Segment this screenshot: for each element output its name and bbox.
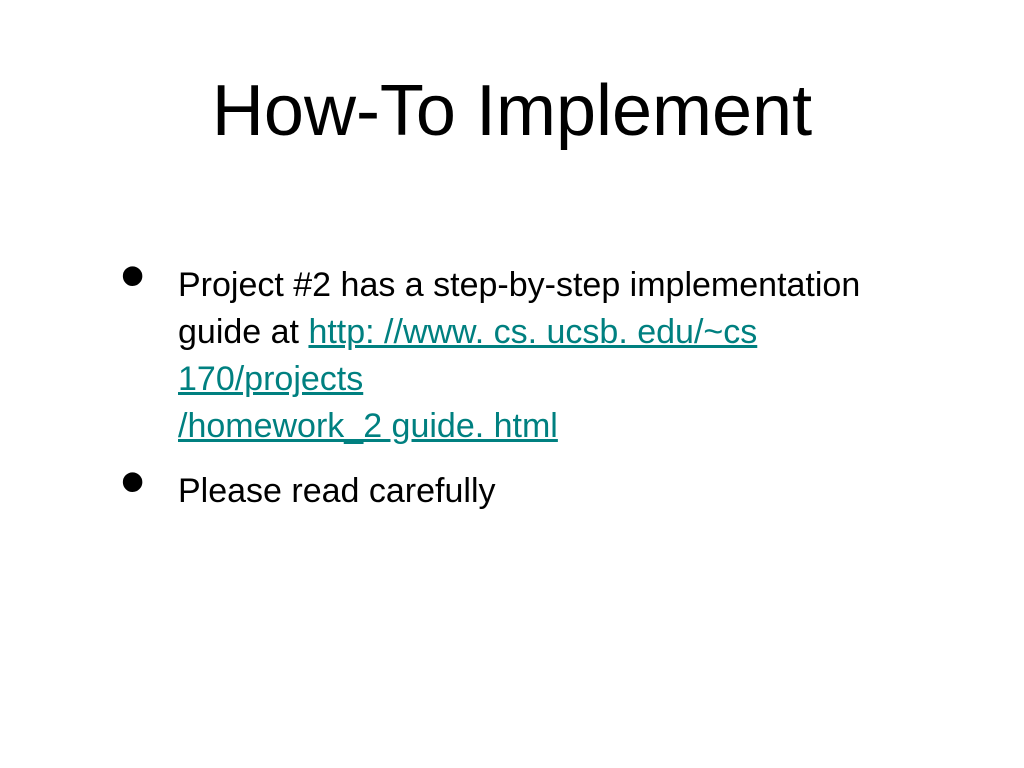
bullet-item: Project #2 has a step-by-step implementa…: [120, 262, 934, 450]
bullet-text: Please read carefully: [178, 472, 496, 510]
slide: How-To Implement Project #2 has a step-b…: [0, 0, 1024, 768]
slide-title: How-To Implement: [90, 70, 934, 152]
bullet-item: Please read carefully: [120, 468, 934, 515]
link-line-2: /homework_2 guide. html: [178, 407, 558, 445]
bullet-list: Project #2 has a step-by-step implementa…: [90, 262, 934, 515]
